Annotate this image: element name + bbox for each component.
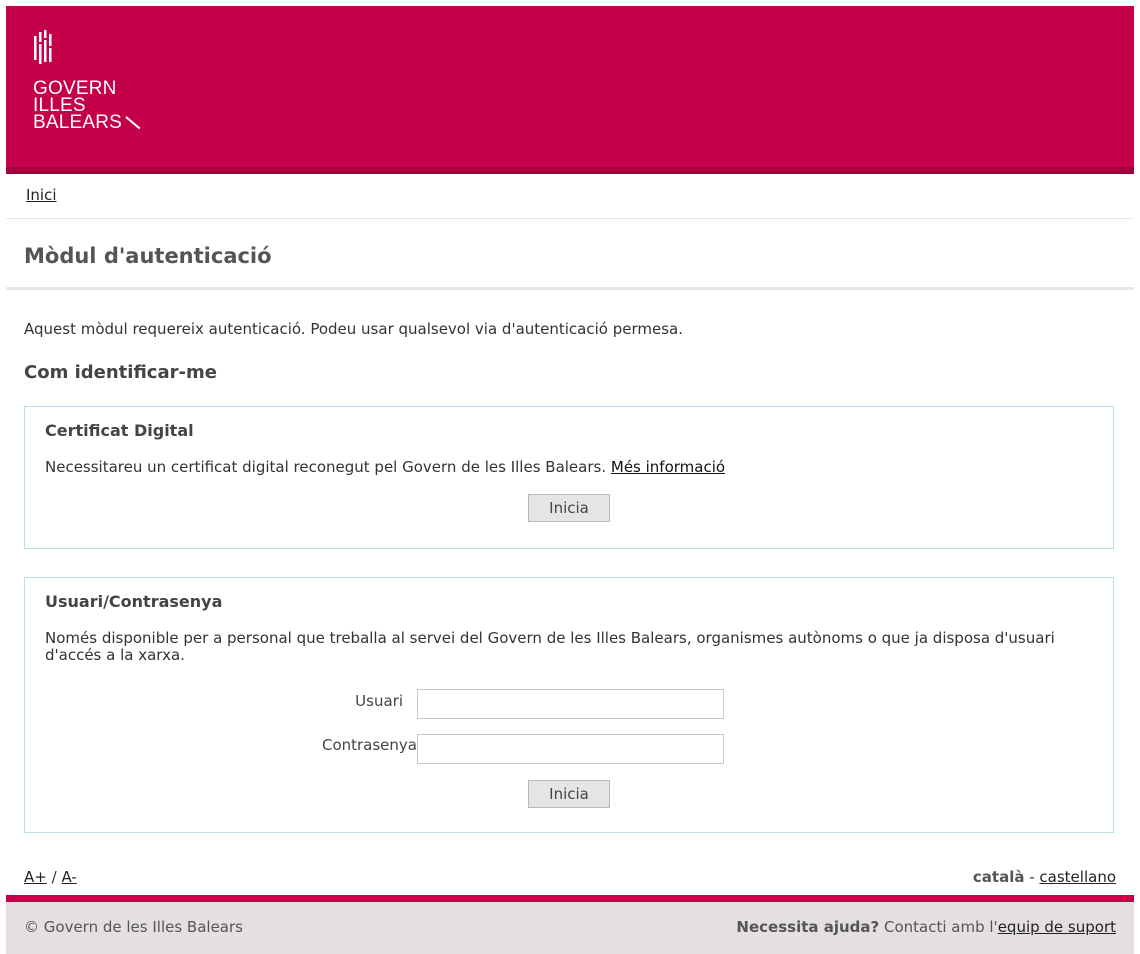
certificate-description-text: Necessitareu un certificat digital recon… [45, 458, 607, 476]
username-input[interactable] [417, 689, 724, 719]
site-header: GOVERN ILLES BALEARS [6, 6, 1134, 169]
govern-emblem-icon [34, 30, 52, 64]
support-team-link[interactable]: equip de suport [998, 918, 1116, 936]
help-text: Necessita ajuda? Contacti amb l'equip de… [736, 918, 1116, 936]
certificate-login-box: Certificat Digital Necessitareu un certi… [24, 406, 1114, 549]
copyright-text: © Govern de les Illes Balears [24, 918, 243, 936]
divider [6, 287, 1134, 290]
language-separator: - [1024, 868, 1040, 886]
divider [6, 218, 1134, 219]
logo-line-3-text: BALEARS [33, 112, 123, 133]
password-box-title: Usuari/Contrasenya [45, 592, 223, 611]
section-heading: Com identificar-me [24, 362, 217, 383]
font-increase-link[interactable]: A+ [24, 868, 47, 886]
logo-slash-icon [125, 116, 141, 130]
help-contact-text: Contacti amb l' [879, 918, 998, 936]
certificate-box-title: Certificat Digital [45, 421, 194, 440]
password-label: Contrasenya [321, 736, 417, 754]
govern-logo[interactable]: GOVERN ILLES BALEARS [33, 30, 144, 133]
font-size-separator: / [46, 868, 62, 886]
password-box-description: Només disponible per a personal que treb… [45, 629, 1055, 664]
certificate-box-description: Necessitareu un certificat digital recon… [45, 459, 1085, 476]
password-input[interactable] [417, 734, 724, 764]
breadcrumb: Inici [26, 186, 57, 204]
language-current: català [972, 868, 1025, 886]
breadcrumb-home-link[interactable]: Inici [26, 186, 57, 204]
logo-wordmark: GOVERN ILLES BALEARS [33, 79, 144, 133]
username-label: Usuari [355, 692, 403, 710]
help-question: Necessita ajuda? [736, 918, 880, 936]
language-castellano-link[interactable]: castellano [1039, 868, 1116, 886]
font-decrease-link[interactable]: A- [61, 868, 76, 886]
footer-stripe [6, 895, 1134, 902]
more-info-link[interactable]: Més informació [611, 458, 725, 476]
logo-line-3: BALEARS [33, 112, 144, 133]
page-title: Mòdul d'autenticació [24, 244, 272, 268]
certificate-start-button[interactable]: Inicia [528, 494, 610, 522]
language-switcher: català - castellano [973, 868, 1116, 886]
page: GOVERN ILLES BALEARS Inici Mòdul d'auten… [0, 0, 1140, 954]
site-footer: © Govern de les Illes Balears Necessita … [6, 902, 1134, 954]
font-size-controls: A+ / A- [24, 868, 77, 886]
intro-text: Aquest mòdul requereix autenticació. Pod… [24, 320, 684, 338]
password-start-button[interactable]: Inicia [528, 780, 610, 808]
header-stripe [6, 167, 1134, 174]
password-login-box: Usuari/Contrasenya Només disponible per … [24, 577, 1114, 833]
